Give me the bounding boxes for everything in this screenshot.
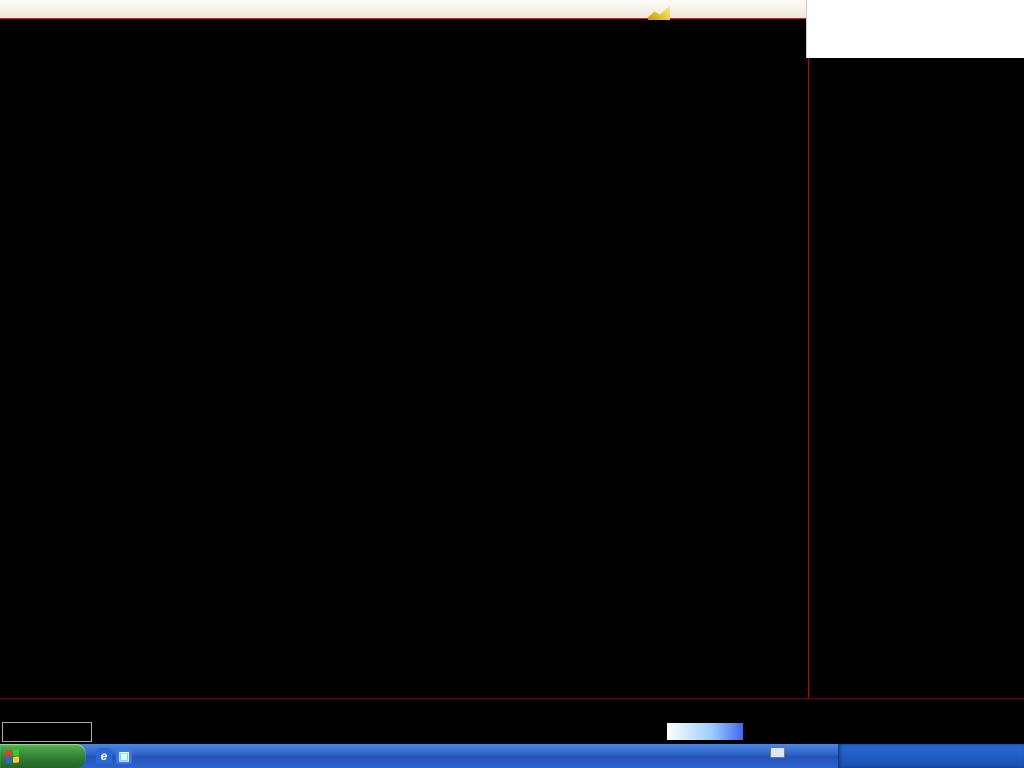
keyboard-icon <box>770 747 785 758</box>
start-button[interactable] <box>0 744 86 768</box>
app-name-box <box>2 722 92 742</box>
progress-gradient <box>667 723 743 740</box>
desktop-quicklaunch-icon[interactable]: ▣ <box>116 748 132 764</box>
system-tray <box>838 744 1024 768</box>
windows-flag-icon <box>6 748 20 764</box>
language-indicator[interactable] <box>770 747 801 758</box>
windows-taskbar: e ▣ <box>0 744 1024 768</box>
logo-graph-icon <box>648 6 670 20</box>
news-ticker-bar <box>0 720 1024 744</box>
ie-quicklaunch-icon[interactable]: e <box>96 748 112 764</box>
desktop-screen: ◀ ▶ e ▣ <box>0 0 1024 768</box>
quote-panel <box>808 18 1024 698</box>
ad-banner[interactable] <box>806 0 1024 58</box>
chart-area: ◀ ▶ <box>0 18 870 716</box>
dzh-logo <box>648 0 674 26</box>
chart-canvas[interactable] <box>0 18 808 698</box>
index-status-bar <box>0 698 1024 721</box>
